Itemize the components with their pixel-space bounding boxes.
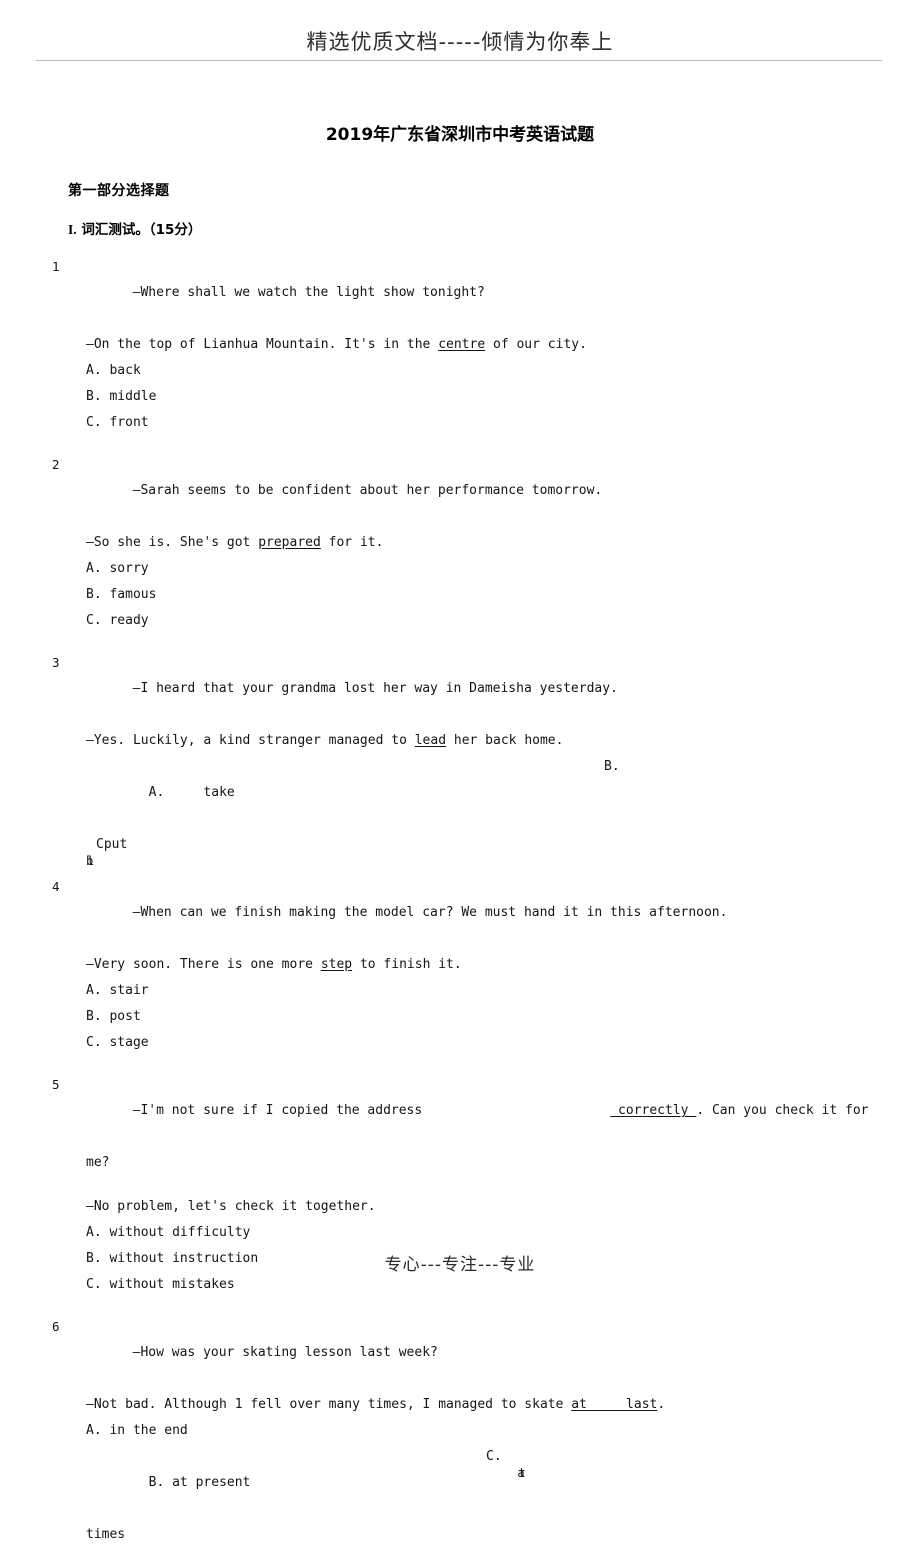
- page-footer: 专心---专注---专业: [384, 1255, 536, 1275]
- underlined-word: correctly: [610, 1103, 697, 1118]
- option-item[interactable]: A. back: [86, 358, 920, 384]
- option-item[interactable]: C. ready: [86, 608, 920, 634]
- question-block: 6 —How was your skating lesson last week?…: [0, 1314, 920, 1548]
- section-heading: I. 词汇测试。（15分）: [68, 218, 920, 238]
- question-line: —Not bad. Although 1 fell over many time…: [86, 1392, 920, 1418]
- document-page: 精选优质文档-----倾情为你奉上 2019年广东省深圳市中考英语试题 第一部分…: [0, 0, 920, 1542]
- question-text: —Where shall we watch the light show ton…: [132, 285, 485, 300]
- option-row: B. at present C. at: [86, 1444, 920, 1522]
- option-item[interactable]: Cput: [96, 837, 127, 852]
- underlined-word: lead: [414, 733, 447, 748]
- option-item[interactable]: B. post: [86, 1004, 920, 1030]
- question-block: 3 —I heard that your grandma lost her way…: [0, 650, 920, 868]
- option-item[interactable]: C. stage: [86, 1030, 920, 1056]
- underlined-word: at last: [571, 1397, 658, 1412]
- question-line: 6 —How was your skating lesson last week?: [52, 1314, 920, 1392]
- header-divider-rule: [36, 60, 882, 61]
- question-text-pre: —So she is. She's got: [86, 535, 259, 550]
- question-text-post: to finish it.: [352, 957, 462, 972]
- question-text-pre: —Very soon. There is one more: [86, 957, 321, 972]
- question-line: 5 —I'm not sure if I copied the address c…: [52, 1072, 920, 1150]
- question-line: —No problem, let's check it together.: [86, 1199, 376, 1214]
- question-line: 3 —I heard that your grandma lost her way…: [52, 650, 920, 728]
- option-item[interactable]: C. front: [86, 410, 920, 436]
- question-number: 1: [52, 259, 60, 274]
- question-line: —Yes. Luckily, a kind stranger managed t…: [86, 728, 920, 754]
- question-text: —I heard that your grandma lost her way …: [132, 681, 618, 696]
- option-label: C.: [486, 1449, 502, 1464]
- option-item[interactable]: B. middle: [86, 384, 920, 410]
- question-text-pre: —Yes. Luckily, a kind stranger managed t…: [86, 733, 415, 748]
- question-line: —So she is. She's got prepared for it.: [86, 530, 920, 556]
- question-line: —Very soon. There is one more step to fi…: [86, 952, 920, 978]
- question-text: —When can we finish making the model car…: [132, 905, 728, 920]
- option-item-wrap: times: [86, 1527, 126, 1542]
- question-text-post: her back home.: [446, 733, 564, 748]
- section-number: I.: [68, 222, 77, 237]
- option-item[interactable]: B. famous: [86, 582, 920, 608]
- garbled-glyph-char2: l: [87, 854, 95, 868]
- question-text-post: for it.: [320, 535, 384, 550]
- option-item[interactable]: B. at present: [149, 1475, 251, 1490]
- question-text-post: of our city.: [485, 337, 587, 352]
- part-heading: 第一部分选择题: [68, 183, 170, 199]
- question-number: 2: [52, 457, 60, 472]
- question-text-pre: —I'm not sure if I copied the address: [132, 1103, 423, 1118]
- question-text-pre: —On the top of Lianhua Mountain. It's in…: [86, 337, 439, 352]
- question-line-wrap: me?: [86, 1155, 110, 1170]
- option-row: A. take B.: [86, 754, 920, 832]
- document-title: 2019年广东省深圳市中考英语试题: [325, 125, 595, 145]
- underlined-word: centre: [438, 337, 486, 352]
- question-number: 5: [52, 1077, 60, 1092]
- section-label: 词汇测试。（15分）: [81, 222, 202, 238]
- document-body: 第一部分选择题 I. 词汇测试。（15分） 1 —Where shall we w…: [0, 180, 920, 1548]
- question-text: —Sarah seems to be confident about her p…: [132, 483, 603, 498]
- question-block: 2 —Sarah seems to be confident about her …: [0, 452, 920, 634]
- question-line: 2 —Sarah seems to be confident about her …: [52, 452, 920, 530]
- question-text-post: .: [657, 1397, 666, 1412]
- underlined-word: step: [320, 957, 353, 972]
- question-block: 4 —When can we finish making the model ca…: [0, 874, 920, 1056]
- page-header-banner: 精选优质文档-----倾情为你奉上: [306, 30, 614, 54]
- question-number: 3: [52, 655, 60, 670]
- question-number: 6: [52, 1319, 60, 1334]
- underlined-word: prepared: [258, 535, 321, 550]
- question-line: 1 —Where shall we watch the light show to…: [52, 254, 920, 332]
- option-item[interactable]: C. without mistakes: [86, 1272, 920, 1298]
- question-block: 1 —Where shall we watch the light show to…: [0, 254, 920, 436]
- option-item[interactable]: A. without difficulty: [86, 1220, 920, 1246]
- garbled-glyph-char2: t: [518, 1466, 526, 1480]
- option-item[interactable]: B.: [604, 754, 620, 780]
- question-line: 4 —When can we finish making the model ca…: [52, 874, 920, 952]
- option-item[interactable]: A. stair: [86, 978, 920, 1004]
- option-item[interactable]: A. in the end: [86, 1418, 920, 1444]
- question-text: —How was your skating lesson last week?: [132, 1345, 438, 1360]
- question-text-post: . Can you check it for: [696, 1103, 869, 1118]
- option-item[interactable]: C. at: [486, 1444, 527, 1480]
- option-item[interactable]: A. sorry: [86, 556, 920, 582]
- question-number: 4: [52, 879, 60, 894]
- question-text-pre: —Not bad. Although 1 fell over many time…: [86, 1397, 572, 1412]
- option-row: b l Cput: [86, 832, 920, 868]
- question-line: —On the top of Lianhua Mountain. It's in…: [86, 332, 920, 358]
- option-item[interactable]: A. take: [149, 785, 235, 800]
